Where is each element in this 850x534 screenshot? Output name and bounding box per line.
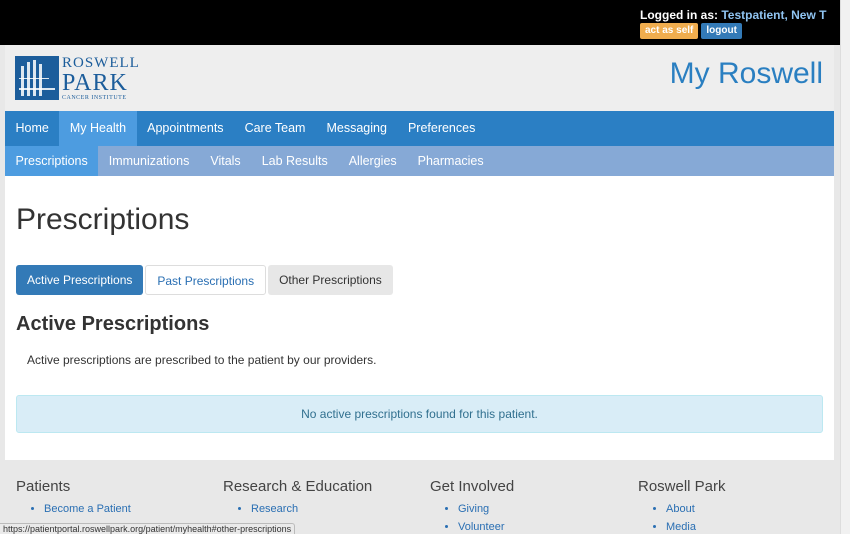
footer-column-get-involved: Get Involved Giving Volunteer	[430, 478, 514, 534]
subnav-item-allergies[interactable]: Allergies	[338, 146, 407, 176]
logo-wordmark: ROSWELL PARK CANCER INSTITUTE	[62, 54, 140, 101]
footer-link-giving[interactable]: Giving	[458, 503, 514, 515]
footer-heading: Roswell Park	[638, 478, 726, 495]
nav-item-preferences[interactable]: Preferences	[397, 111, 485, 146]
subnav-item-immunizations[interactable]: Immunizations	[98, 146, 200, 176]
footer-link-media[interactable]: Media	[666, 521, 726, 533]
main-content: Prescriptions Active Prescriptions Past …	[5, 176, 834, 460]
building-logo-icon	[15, 56, 59, 100]
brand-title: My Roswell	[669, 57, 823, 90]
footer-column-research: Research & Education Research	[223, 478, 372, 521]
tab-other-prescriptions[interactable]: Other Prescriptions	[268, 265, 393, 295]
prescription-tabs: Active Prescriptions Past Prescriptions …	[16, 265, 393, 295]
tab-active-prescriptions[interactable]: Active Prescriptions	[16, 265, 144, 295]
footer-link-about[interactable]: About	[666, 503, 726, 515]
act-as-self-button[interactable]: act as self	[640, 23, 699, 39]
footer-link-research[interactable]: Research	[251, 503, 372, 515]
top-bar: Logged in as: Testpatient, New T act as …	[0, 0, 840, 45]
page-title: Prescriptions	[16, 203, 190, 236]
login-buttons: act as self logout	[640, 23, 742, 39]
nav-item-messaging[interactable]: Messaging	[316, 111, 397, 146]
roswell-park-logo[interactable]: ROSWELL PARK CANCER INSTITUTE	[15, 55, 143, 101]
browser-status-url: https://patientportal.roswellpark.org/pa…	[0, 523, 296, 534]
logout-button[interactable]: logout	[701, 23, 742, 39]
tab-past-prescriptions[interactable]: Past Prescriptions	[145, 265, 267, 295]
footer-link-become-a-patient[interactable]: Become a Patient	[44, 503, 131, 515]
logged-in-label: Logged in as:	[640, 8, 718, 22]
footer-link-volunteer[interactable]: Volunteer	[458, 521, 514, 533]
nav-item-care-team[interactable]: Care Team	[234, 111, 316, 146]
page-scrollbar[interactable]	[840, 0, 850, 534]
subnav-item-vitals[interactable]: Vitals	[200, 146, 251, 176]
footer-heading: Research & Education	[223, 478, 373, 495]
section-description: Active prescriptions are prescribed to t…	[27, 353, 377, 367]
footer-column-roswell-park: Roswell Park About Media	[638, 478, 726, 534]
subnav-item-prescriptions[interactable]: Prescriptions	[5, 146, 99, 176]
nav-item-appointments[interactable]: Appointments	[137, 111, 234, 146]
primary-nav: Home My Health Appointments Care Team Me…	[5, 111, 834, 146]
section-title: Active Prescriptions	[16, 313, 210, 335]
site-header: ROSWELL PARK CANCER INSTITUTE My Roswell	[5, 45, 834, 111]
footer-heading: Get Involved	[430, 478, 515, 495]
nav-item-home[interactable]: Home	[5, 111, 59, 146]
footer-heading: Patients	[16, 478, 71, 495]
nav-item-my-health[interactable]: My Health	[59, 111, 137, 146]
login-status: Logged in as: Testpatient, New T	[640, 8, 826, 22]
empty-state-alert: No active prescriptions found for this p…	[16, 395, 823, 433]
user-name-link[interactable]: Testpatient, New T	[721, 8, 826, 22]
subnav-item-lab-results[interactable]: Lab Results	[251, 146, 338, 176]
subnav-item-pharmacies[interactable]: Pharmacies	[407, 146, 494, 176]
footer-column-patients: Patients Become a Patient	[16, 478, 131, 521]
secondary-nav: Prescriptions Immunizations Vitals Lab R…	[5, 146, 834, 176]
